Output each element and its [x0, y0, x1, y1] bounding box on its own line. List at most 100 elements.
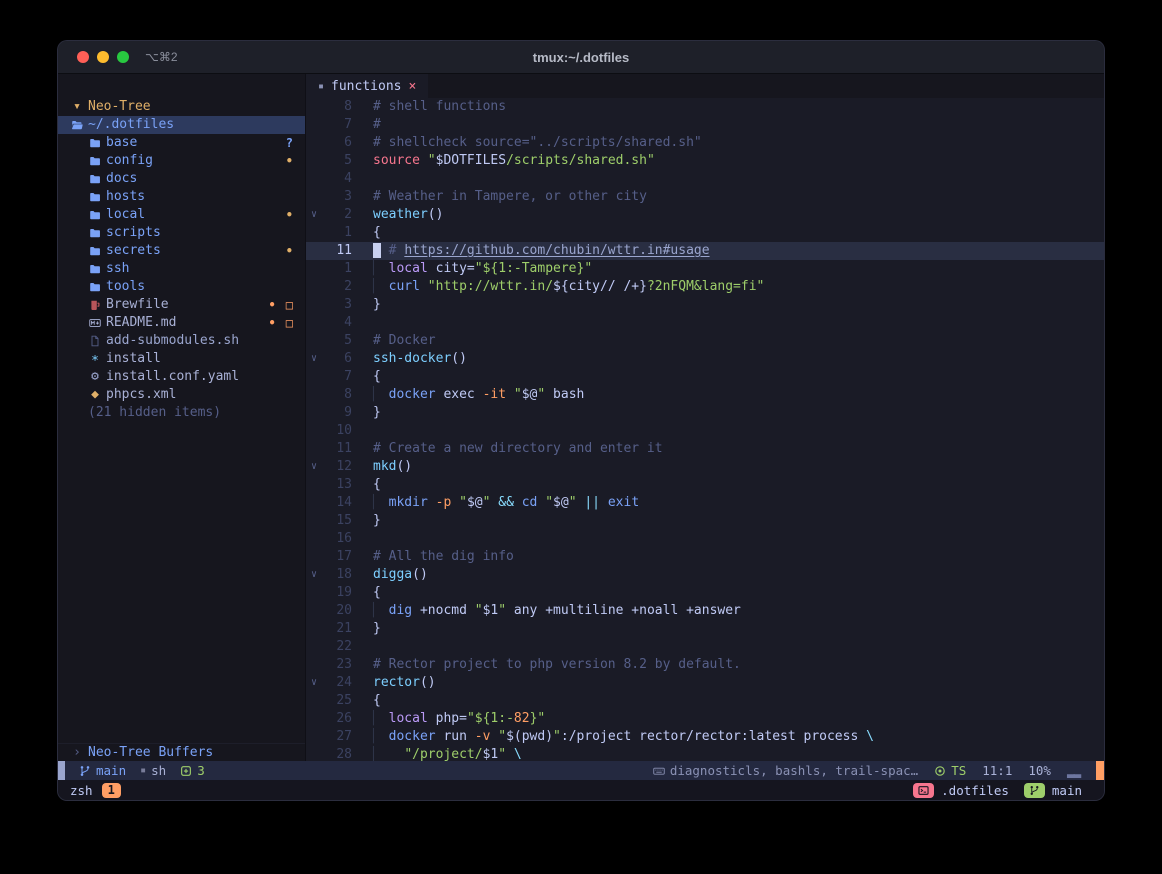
- code-line[interactable]: 8# shell functions: [306, 98, 1104, 116]
- tmux-window-badge[interactable]: 1: [102, 783, 121, 798]
- tree-item-scripts[interactable]: scripts: [58, 224, 305, 242]
- code-line[interactable]: 17# All the dig info: [306, 548, 1104, 566]
- tree-item-install-conf-yaml[interactable]: ⚙install.conf.yaml: [58, 368, 305, 386]
- git-status-badge: •: [286, 206, 293, 224]
- tree-item-config[interactable]: config•: [58, 152, 305, 170]
- line-number: 6: [322, 134, 352, 152]
- code-line[interactable]: 10: [306, 422, 1104, 440]
- code-line[interactable]: 9}: [306, 404, 1104, 422]
- neo-tree-sidebar: ▾ Neo-Tree ~/.dotfilesbase?config•docsho…: [58, 74, 306, 761]
- code-line[interactable]: ∨6ssh-docker(): [306, 350, 1104, 368]
- tree-item-docs[interactable]: docs: [58, 170, 305, 188]
- fold-column: [306, 476, 322, 494]
- tree-item-install[interactable]: ∗install: [58, 350, 305, 368]
- tree-item-local[interactable]: local•: [58, 206, 305, 224]
- code-text: weather(): [352, 206, 443, 224]
- fold-toggle-icon[interactable]: ∨: [306, 674, 322, 692]
- code-line[interactable]: 14▏ mkdir -p "$@" && cd "$@" || exit: [306, 494, 1104, 512]
- line-number: 7: [322, 368, 352, 386]
- tree-item-phpcs-xml[interactable]: ◆phpcs.xml: [58, 386, 305, 404]
- code-line[interactable]: ∨24rector(): [306, 674, 1104, 692]
- code-token: source: [373, 153, 420, 168]
- fold-toggle-icon[interactable]: ∨: [306, 206, 322, 224]
- code-line[interactable]: 16: [306, 530, 1104, 548]
- git-status-badge: •: [269, 314, 276, 332]
- code-line[interactable]: 21}: [306, 620, 1104, 638]
- tree-item-add-submodules-sh[interactable]: add-submodules.sh: [58, 332, 305, 350]
- fold-toggle-icon[interactable]: ∨: [306, 566, 322, 584]
- code-line[interactable]: 15}: [306, 512, 1104, 530]
- code-token: digga: [373, 567, 412, 582]
- code-line[interactable]: 19{: [306, 584, 1104, 602]
- code-token: ": [498, 747, 514, 761]
- code-line[interactable]: ∨2weather(): [306, 206, 1104, 224]
- code-token: [381, 729, 389, 744]
- code-token: [420, 153, 428, 168]
- code-line[interactable]: 3}: [306, 296, 1104, 314]
- code-text: # Weather in Tampere, or other city: [352, 188, 647, 206]
- code-line[interactable]: 13{: [306, 476, 1104, 494]
- tree-item-readme-md[interactable]: README.md•□: [58, 314, 305, 332]
- code-line[interactable]: 26▏ local php="${1:-82}": [306, 710, 1104, 728]
- code-line[interactable]: 27▏ docker run -v "$(pwd)":/project rect…: [306, 728, 1104, 746]
- tree-item-brewfile[interactable]: Brewfile•□: [58, 296, 305, 314]
- code-line[interactable]: 6# shellcheck source="../scripts/shared.…: [306, 134, 1104, 152]
- code-line[interactable]: 23# Rector project to php version 8.2 by…: [306, 656, 1104, 674]
- tree-item-tools[interactable]: tools: [58, 278, 305, 296]
- line-number: 8: [322, 98, 352, 116]
- filetype-label: sh: [151, 763, 166, 778]
- fold-toggle-icon[interactable]: ∨: [306, 350, 322, 368]
- statusline-diff-added: 3: [180, 763, 205, 778]
- code-line[interactable]: 11 # https://github.com/chubin/wttr.in#u…: [306, 242, 1104, 260]
- tab-functions[interactable]: ▪ functions ×: [306, 74, 428, 98]
- fold-column: [306, 638, 322, 656]
- tree-item-hosts[interactable]: hosts: [58, 188, 305, 206]
- folder-icon: [86, 227, 104, 239]
- code-token: [451, 495, 459, 510]
- code-line[interactable]: 22: [306, 638, 1104, 656]
- tree-item-secrets[interactable]: secrets•: [58, 242, 305, 260]
- code-line[interactable]: 28▏ "/project/$1" \: [306, 746, 1104, 761]
- tree-item-dotfiles[interactable]: ~/.dotfiles: [58, 116, 305, 134]
- code-line[interactable]: 5source "$DOTFILES/scripts/shared.sh": [306, 152, 1104, 170]
- line-number: 18: [322, 566, 352, 584]
- code-line[interactable]: 1▏ local city="${1:-Tampere}": [306, 260, 1104, 278]
- code-line[interactable]: 25{: [306, 692, 1104, 710]
- code-token: ▏: [373, 747, 381, 761]
- fold-toggle-icon[interactable]: ∨: [306, 458, 322, 476]
- code-line[interactable]: 7#: [306, 116, 1104, 134]
- code-token: exec: [436, 387, 483, 402]
- code-token: \: [866, 729, 874, 744]
- terminal-window: ⌥⌘2 tmux:~/.dotfiles ▾ Neo-Tree ~/.dotfi…: [57, 40, 1105, 801]
- close-window-button[interactable]: [77, 51, 89, 63]
- minimize-window-button[interactable]: [97, 51, 109, 63]
- neo-tree-buffers-header[interactable]: › Neo-Tree Buffers: [58, 743, 305, 761]
- code-line[interactable]: 5# Docker: [306, 332, 1104, 350]
- code-line[interactable]: 2▏ curl "http://wttr.in/${city// /+}?2nF…: [306, 278, 1104, 296]
- neo-tree-header[interactable]: ▾ Neo-Tree: [58, 98, 305, 116]
- code-token: any +multiline +noall +answer: [506, 603, 741, 618]
- code-token: ▏: [373, 603, 381, 618]
- tree-item-ssh[interactable]: ssh: [58, 260, 305, 278]
- line-number: 5: [322, 152, 352, 170]
- code-line[interactable]: ∨12mkd(): [306, 458, 1104, 476]
- code-line[interactable]: 3# Weather in Tampere, or other city: [306, 188, 1104, 206]
- fold-column: [306, 494, 322, 512]
- code-token: ▏: [373, 711, 381, 726]
- code-line[interactable]: ∨18digga(): [306, 566, 1104, 584]
- code-line[interactable]: 11# Create a new directory and enter it: [306, 440, 1104, 458]
- code-line[interactable]: 4: [306, 170, 1104, 188]
- folder-icon: [86, 155, 104, 167]
- tree-item-base[interactable]: base?: [58, 134, 305, 152]
- tab-close-icon[interactable]: ×: [408, 79, 416, 94]
- zoom-window-button[interactable]: [117, 51, 129, 63]
- code-line[interactable]: 1{: [306, 224, 1104, 242]
- code-line[interactable]: 7{: [306, 368, 1104, 386]
- code-token: (): [428, 207, 444, 222]
- code-line[interactable]: 20▏ dig +nocmd "$1" any +multiline +noal…: [306, 602, 1104, 620]
- code-line[interactable]: 8▏ docker exec -it "$@" bash: [306, 386, 1104, 404]
- neo-tree-title: Neo-Tree: [88, 98, 151, 116]
- code-line[interactable]: 4: [306, 314, 1104, 332]
- tree-item-21-hidden-items[interactable]: (21 hidden items): [58, 404, 305, 422]
- added-count: 3: [197, 763, 205, 778]
